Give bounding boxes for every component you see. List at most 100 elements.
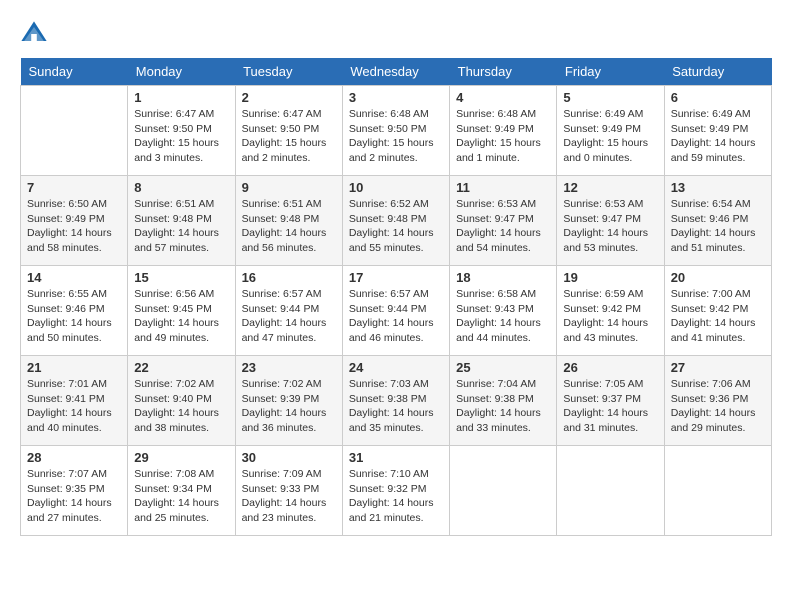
week-row-4: 21 Sunrise: 7:01 AM Sunset: 9:41 PM Dayli… bbox=[21, 356, 772, 446]
day-number: 11 bbox=[456, 180, 550, 195]
day-info: Sunrise: 6:57 AM Sunset: 9:44 PM Dayligh… bbox=[242, 287, 336, 346]
calendar-cell: 12Sunrise: 6:53 AM Sunset: 9:47 PM Dayli… bbox=[557, 176, 664, 266]
calendar-cell: 5Sunrise: 6:49 AM Sunset: 9:49 PM Daylig… bbox=[557, 86, 664, 176]
header-day-saturday: Saturday bbox=[664, 58, 771, 86]
header-day-tuesday: Tuesday bbox=[235, 58, 342, 86]
calendar-cell: 28 Sunrise: 7:07 AM Sunset: 9:35 PM Dayli… bbox=[21, 446, 128, 536]
calendar-cell: 31 Sunrise: 7:10 AM Sunset: 9:32 PM Dayli… bbox=[342, 446, 449, 536]
day-number: 20 bbox=[671, 270, 765, 285]
day-number: 21 bbox=[27, 360, 121, 375]
header-day-monday: Monday bbox=[128, 58, 235, 86]
calendar-cell: 25 Sunrise: 7:04 AM Sunset: 9:38 PM Dayli… bbox=[450, 356, 557, 446]
calendar-cell: 27 Sunrise: 7:06 AM Sunset: 9:36 PM Dayli… bbox=[664, 356, 771, 446]
day-number: 2 bbox=[242, 90, 336, 105]
week-row-5: 28 Sunrise: 7:07 AM Sunset: 9:35 PM Dayli… bbox=[21, 446, 772, 536]
day-number: 3 bbox=[349, 90, 443, 105]
day-info: Sunrise: 7:05 AM Sunset: 9:37 PM Dayligh… bbox=[563, 377, 657, 436]
day-number: 28 bbox=[27, 450, 121, 465]
calendar-cell: 9 Sunrise: 6:51 AM Sunset: 9:48 PM Daylig… bbox=[235, 176, 342, 266]
header-row: SundayMondayTuesdayWednesdayThursdayFrid… bbox=[21, 58, 772, 86]
calendar-cell: 8 Sunrise: 6:51 AM Sunset: 9:48 PM Daylig… bbox=[128, 176, 235, 266]
day-number: 15 bbox=[134, 270, 228, 285]
day-number: 29 bbox=[134, 450, 228, 465]
day-number: 8 bbox=[134, 180, 228, 195]
calendar-cell: 24 Sunrise: 7:03 AM Sunset: 9:38 PM Dayli… bbox=[342, 356, 449, 446]
calendar-cell: 18Sunrise: 6:58 AM Sunset: 9:43 PM Dayli… bbox=[450, 266, 557, 356]
header-day-wednesday: Wednesday bbox=[342, 58, 449, 86]
page-header bbox=[20, 20, 772, 48]
day-info: Sunrise: 6:52 AM Sunset: 9:48 PM Dayligh… bbox=[349, 197, 443, 256]
day-info: Sunrise: 6:47 AM Sunset: 9:50 PM Dayligh… bbox=[242, 107, 336, 166]
calendar-cell: 23 Sunrise: 7:02 AM Sunset: 9:39 PM Dayli… bbox=[235, 356, 342, 446]
calendar-cell bbox=[557, 446, 664, 536]
day-info: Sunrise: 6:49 AM Sunset: 9:49 PM Dayligh… bbox=[671, 107, 765, 166]
calendar-cell: 26 Sunrise: 7:05 AM Sunset: 9:37 PM Dayli… bbox=[557, 356, 664, 446]
calendar-cell: 16 Sunrise: 6:57 AM Sunset: 9:44 PM Dayli… bbox=[235, 266, 342, 356]
day-number: 7 bbox=[27, 180, 121, 195]
day-info: Sunrise: 7:03 AM Sunset: 9:38 PM Dayligh… bbox=[349, 377, 443, 436]
day-number: 13 bbox=[671, 180, 765, 195]
calendar-cell: 19 Sunrise: 6:59 AM Sunset: 9:42 PM Dayli… bbox=[557, 266, 664, 356]
day-number: 17 bbox=[349, 270, 443, 285]
day-info: Sunrise: 6:47 AM Sunset: 9:50 PM Dayligh… bbox=[134, 107, 228, 166]
calendar-table: SundayMondayTuesdayWednesdayThursdayFrid… bbox=[20, 58, 772, 536]
day-number: 26 bbox=[563, 360, 657, 375]
calendar-cell: 29 Sunrise: 7:08 AM Sunset: 9:34 PM Dayli… bbox=[128, 446, 235, 536]
day-number: 4 bbox=[456, 90, 550, 105]
calendar-cell: 11 Sunrise: 6:53 AM Sunset: 9:47 PM Dayli… bbox=[450, 176, 557, 266]
week-row-1: 1 Sunrise: 6:47 AM Sunset: 9:50 PM Daylig… bbox=[21, 86, 772, 176]
day-info: Sunrise: 7:07 AM Sunset: 9:35 PM Dayligh… bbox=[27, 467, 121, 526]
day-number: 30 bbox=[242, 450, 336, 465]
day-info: Sunrise: 7:08 AM Sunset: 9:34 PM Dayligh… bbox=[134, 467, 228, 526]
day-number: 23 bbox=[242, 360, 336, 375]
calendar-cell: 6 Sunrise: 6:49 AM Sunset: 9:49 PM Daylig… bbox=[664, 86, 771, 176]
header-day-thursday: Thursday bbox=[450, 58, 557, 86]
day-number: 9 bbox=[242, 180, 336, 195]
day-info: Sunrise: 6:50 AM Sunset: 9:49 PM Dayligh… bbox=[27, 197, 121, 256]
calendar-cell: 3 Sunrise: 6:48 AM Sunset: 9:50 PM Daylig… bbox=[342, 86, 449, 176]
day-info: Sunrise: 7:06 AM Sunset: 9:36 PM Dayligh… bbox=[671, 377, 765, 436]
calendar-cell: 10Sunrise: 6:52 AM Sunset: 9:48 PM Dayli… bbox=[342, 176, 449, 266]
day-number: 27 bbox=[671, 360, 765, 375]
day-info: Sunrise: 6:48 AM Sunset: 9:49 PM Dayligh… bbox=[456, 107, 550, 166]
calendar-cell bbox=[450, 446, 557, 536]
day-number: 1 bbox=[134, 90, 228, 105]
day-info: Sunrise: 6:48 AM Sunset: 9:50 PM Dayligh… bbox=[349, 107, 443, 166]
day-number: 19 bbox=[563, 270, 657, 285]
calendar-cell: 2 Sunrise: 6:47 AM Sunset: 9:50 PM Daylig… bbox=[235, 86, 342, 176]
day-info: Sunrise: 6:51 AM Sunset: 9:48 PM Dayligh… bbox=[242, 197, 336, 256]
day-number: 22 bbox=[134, 360, 228, 375]
logo bbox=[20, 20, 52, 48]
day-info: Sunrise: 7:09 AM Sunset: 9:33 PM Dayligh… bbox=[242, 467, 336, 526]
day-info: Sunrise: 6:51 AM Sunset: 9:48 PM Dayligh… bbox=[134, 197, 228, 256]
day-info: Sunrise: 6:54 AM Sunset: 9:46 PM Dayligh… bbox=[671, 197, 765, 256]
day-info: Sunrise: 7:10 AM Sunset: 9:32 PM Dayligh… bbox=[349, 467, 443, 526]
week-row-3: 14Sunrise: 6:55 AM Sunset: 9:46 PM Dayli… bbox=[21, 266, 772, 356]
calendar-cell: 14Sunrise: 6:55 AM Sunset: 9:46 PM Dayli… bbox=[21, 266, 128, 356]
day-info: Sunrise: 7:01 AM Sunset: 9:41 PM Dayligh… bbox=[27, 377, 121, 436]
day-number: 25 bbox=[456, 360, 550, 375]
calendar-cell bbox=[21, 86, 128, 176]
calendar-cell: 7 Sunrise: 6:50 AM Sunset: 9:49 PM Daylig… bbox=[21, 176, 128, 266]
calendar-cell: 15 Sunrise: 6:56 AM Sunset: 9:45 PM Dayli… bbox=[128, 266, 235, 356]
day-info: Sunrise: 6:53 AM Sunset: 9:47 PM Dayligh… bbox=[563, 197, 657, 256]
day-info: Sunrise: 7:00 AM Sunset: 9:42 PM Dayligh… bbox=[671, 287, 765, 346]
day-info: Sunrise: 6:56 AM Sunset: 9:45 PM Dayligh… bbox=[134, 287, 228, 346]
day-number: 24 bbox=[349, 360, 443, 375]
day-number: 16 bbox=[242, 270, 336, 285]
day-info: Sunrise: 6:59 AM Sunset: 9:42 PM Dayligh… bbox=[563, 287, 657, 346]
calendar-cell bbox=[664, 446, 771, 536]
day-info: Sunrise: 6:53 AM Sunset: 9:47 PM Dayligh… bbox=[456, 197, 550, 256]
day-number: 6 bbox=[671, 90, 765, 105]
week-row-2: 7 Sunrise: 6:50 AM Sunset: 9:49 PM Daylig… bbox=[21, 176, 772, 266]
logo-icon bbox=[20, 20, 48, 48]
calendar-cell: 21 Sunrise: 7:01 AM Sunset: 9:41 PM Dayli… bbox=[21, 356, 128, 446]
day-info: Sunrise: 7:02 AM Sunset: 9:39 PM Dayligh… bbox=[242, 377, 336, 436]
day-number: 31 bbox=[349, 450, 443, 465]
calendar-cell: 4 Sunrise: 6:48 AM Sunset: 9:49 PM Daylig… bbox=[450, 86, 557, 176]
day-number: 18 bbox=[456, 270, 550, 285]
day-number: 5 bbox=[563, 90, 657, 105]
calendar-cell: 17Sunrise: 6:57 AM Sunset: 9:44 PM Dayli… bbox=[342, 266, 449, 356]
day-info: Sunrise: 7:02 AM Sunset: 9:40 PM Dayligh… bbox=[134, 377, 228, 436]
day-info: Sunrise: 7:04 AM Sunset: 9:38 PM Dayligh… bbox=[456, 377, 550, 436]
